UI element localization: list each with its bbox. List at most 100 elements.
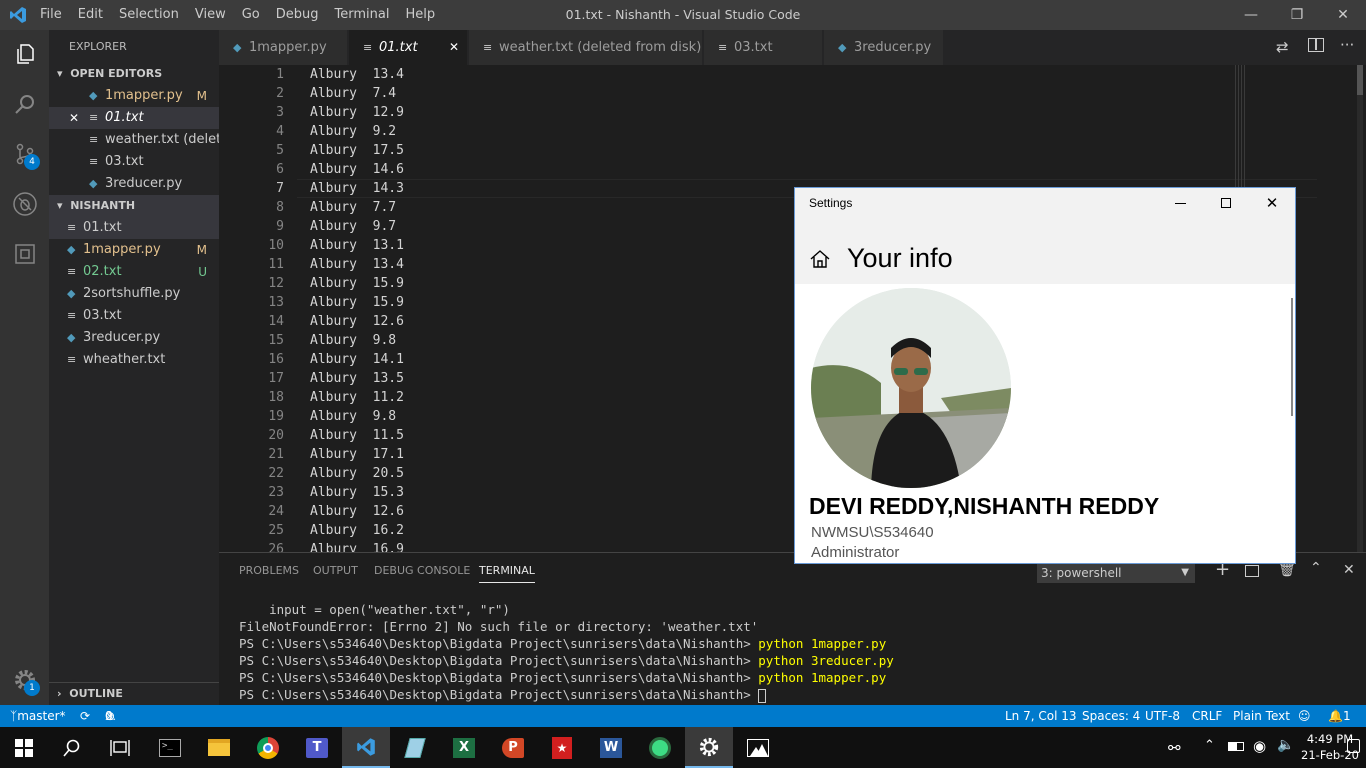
tab-label: 03.txt	[734, 40, 773, 55]
trash-icon[interactable]: 🗑	[1278, 562, 1296, 578]
settings-maximize-button[interactable]	[1203, 188, 1249, 218]
panel-tab[interactable]: TERMINAL	[479, 553, 535, 583]
settings-minimize-button[interactable]	[1157, 188, 1203, 218]
line-number: 17	[268, 371, 284, 386]
sync-icon[interactable]: ⟳	[80, 705, 90, 727]
panel-tab[interactable]: DEBUG CONSOLE	[374, 553, 470, 589]
photos-app-icon[interactable]	[734, 727, 782, 768]
cursor-position[interactable]: Ln 7, Col 13	[1005, 705, 1077, 727]
more-actions-icon[interactable]: ···	[1340, 36, 1354, 54]
open-changes-icon[interactable]: ⇄	[1276, 38, 1289, 56]
teams-icon[interactable]: T	[293, 727, 341, 768]
file-explorer-icon[interactable]	[195, 727, 243, 768]
debug-icon[interactable]	[0, 180, 49, 228]
chrome-icon[interactable]	[244, 727, 292, 768]
file-tree-item[interactable]: ◆ 2sortshuffle.py	[49, 283, 219, 305]
line-number: 16	[268, 352, 284, 367]
file-tree-item[interactable]: ◆ 1mapper.py M	[49, 239, 219, 261]
terminal-output[interactable]: input = open("weather.txt", "r") FileNotF…	[239, 601, 894, 703]
open-editors-section[interactable]: ▾ OPEN EDITORS	[49, 63, 219, 85]
android-studio-icon[interactable]	[636, 727, 684, 768]
line-ending[interactable]: CRLF	[1192, 705, 1222, 727]
line-number: 25	[268, 523, 284, 538]
editor-tab[interactable]: ≡ 01.txt ✕	[349, 30, 468, 65]
open-editor-item[interactable]: ≡ weather.txt (delet...	[49, 129, 219, 151]
terminal-select[interactable]: 3: powershell ▼	[1037, 563, 1195, 583]
menu-item[interactable]: Help	[397, 0, 443, 30]
windows-start-icon[interactable]	[0, 727, 48, 768]
open-editor-label: 01.txt	[105, 110, 144, 125]
file-tree-item[interactable]: ≡ 02.txt U	[49, 261, 219, 283]
file-tree-item[interactable]: ≡ wheather.txt	[49, 349, 219, 371]
task-view-icon[interactable]	[96, 727, 144, 768]
editor-scrollbar[interactable]	[1357, 65, 1363, 552]
restore-button[interactable]: ❐	[1274, 0, 1320, 30]
menu-item[interactable]: Selection	[111, 0, 187, 30]
terminal-prompt: PS C:\Users\s534640\Desktop\Bigdata Proj…	[239, 670, 759, 685]
close-button[interactable]: ✕	[1320, 0, 1366, 30]
open-editors-label: OPEN EDITORS	[70, 67, 163, 80]
maximize-panel-icon[interactable]: ⌃	[1310, 560, 1322, 576]
search-taskbar-icon[interactable]	[48, 727, 96, 768]
split-terminal-icon[interactable]	[1245, 565, 1259, 577]
word-icon[interactable]: W	[587, 727, 635, 768]
file-tree-item[interactable]: ≡ 01.txt	[49, 217, 219, 239]
menu-item[interactable]: View	[187, 0, 234, 30]
tab-close-icon[interactable]: ✕	[449, 30, 459, 65]
wifi-icon[interactable]: ◉	[1253, 737, 1266, 755]
editor-tab[interactable]: ◆ 3reducer.py	[824, 30, 944, 65]
folder-section[interactable]: ▾ NISHANTH	[49, 195, 219, 217]
menu-item[interactable]: Terminal	[327, 0, 398, 30]
powerpoint-icon[interactable]: P	[489, 727, 537, 768]
menu-item[interactable]: Go	[234, 0, 268, 30]
file-tree-item[interactable]: ≡ 03.txt	[49, 305, 219, 327]
extensions-icon[interactable]	[0, 230, 49, 278]
outline-section[interactable]: › OUTLINE	[49, 682, 219, 704]
action-center-icon[interactable]	[1347, 739, 1360, 753]
language-mode[interactable]: Plain Text	[1233, 705, 1290, 727]
encoding[interactable]: UTF-8	[1145, 705, 1180, 727]
minimize-button[interactable]: —	[1228, 0, 1274, 30]
manage-gear-icon[interactable]: 1	[0, 656, 49, 704]
menu-item[interactable]: File	[32, 0, 70, 30]
home-icon[interactable]	[809, 248, 831, 275]
search-icon[interactable]	[0, 80, 49, 128]
indentation[interactable]: Spaces: 4	[1082, 705, 1140, 727]
text-file-icon: ≡	[67, 309, 77, 322]
editor-tab[interactable]: ≡ 03.txt	[704, 30, 823, 65]
excel-icon[interactable]: X	[440, 727, 488, 768]
settings-gear-taskbar-icon[interactable]	[685, 727, 733, 768]
tab-label: 1mapper.py	[249, 40, 327, 55]
menu-item[interactable]: Edit	[70, 0, 111, 30]
vscode-taskbar-icon[interactable]	[342, 727, 390, 768]
settings-scrollbar[interactable]	[1291, 298, 1293, 416]
cmd-app-icon[interactable]: >_	[146, 727, 194, 768]
file-tree-item[interactable]: ◆ 3reducer.py	[49, 327, 219, 349]
open-editor-item[interactable]: ✕ ≡ 01.txt	[49, 107, 219, 129]
branch-name: master*	[17, 709, 66, 723]
branch-status[interactable]: ᛉ master*	[10, 705, 66, 727]
panel-tab[interactable]: OUTPUT	[313, 553, 358, 589]
feedback-smiley-icon[interactable]: ☺	[1298, 705, 1311, 727]
menu-item[interactable]: Debug	[268, 0, 327, 30]
python-file-icon: ◆	[89, 89, 98, 102]
acrobat-icon[interactable]: ★	[538, 727, 586, 768]
volume-icon[interactable]: 🔈	[1277, 737, 1294, 753]
people-icon[interactable]: ⚯	[1168, 739, 1181, 757]
editor-tab[interactable]: ◆ 1mapper.py	[219, 30, 348, 65]
source-control-icon[interactable]: 4	[0, 130, 49, 178]
open-editor-item[interactable]: ≡ 03.txt	[49, 151, 219, 173]
editor-tab[interactable]: ≡ weather.txt (deleted from disk)	[469, 30, 703, 65]
open-editor-item[interactable]: ◆ 3reducer.py	[49, 173, 219, 195]
show-hidden-icons-chevron-icon[interactable]: ⌃	[1204, 738, 1215, 753]
notepad-app-icon[interactable]	[391, 727, 439, 768]
battery-icon[interactable]	[1228, 742, 1244, 751]
close-editor-icon[interactable]: ✕	[69, 107, 79, 129]
close-panel-icon[interactable]: ✕	[1343, 562, 1355, 578]
notifications-bell-icon[interactable]: 🔔 1	[1328, 705, 1351, 727]
split-editor-icon[interactable]	[1308, 38, 1324, 52]
panel-tab[interactable]: PROBLEMS	[239, 553, 299, 589]
open-editor-item[interactable]: ◆ 1mapper.py M	[49, 85, 219, 107]
explorer-icon[interactable]	[0, 30, 49, 78]
settings-close-button[interactable]: ✕	[1249, 188, 1295, 218]
